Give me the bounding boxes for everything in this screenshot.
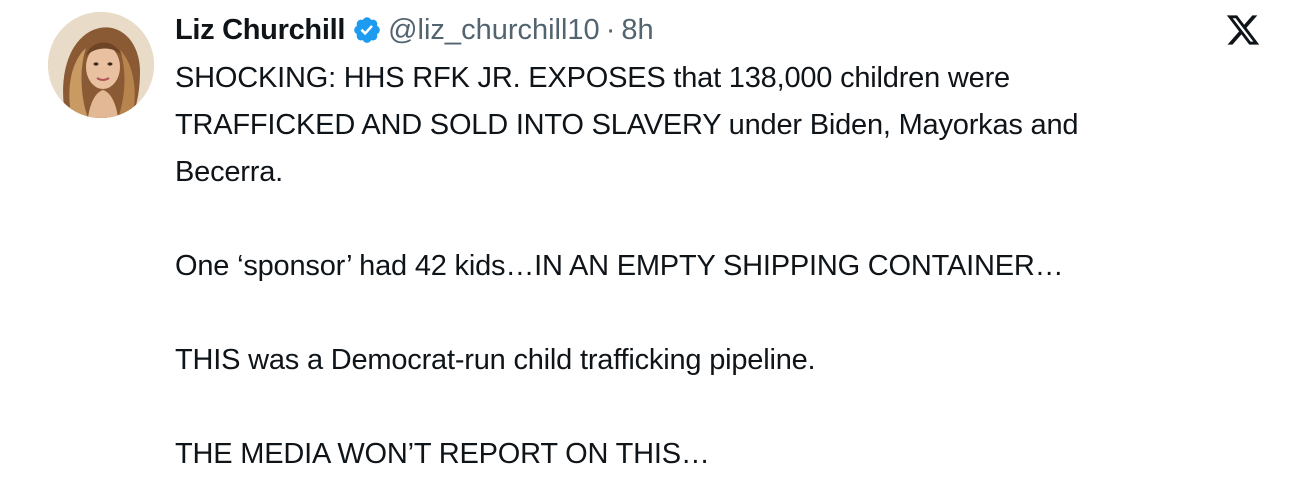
tweet-header: Liz Churchill @liz_churchill10 · 8h [175,10,654,50]
verified-badge-icon [352,15,382,45]
avatar[interactable] [48,12,154,118]
avatar-photo [48,12,154,118]
post-time[interactable]: 8h [621,14,653,47]
tweet-line: THE MEDIA WON’T REPORT ON THIS… [175,438,710,470]
separator-dot: · [605,13,616,46]
tweet-line: One ‘sponsor’ had 42 kids…IN AN EMPTY SH… [175,250,1064,282]
tweet-line: Becerra. [175,156,283,188]
display-name[interactable]: Liz Churchill [175,14,345,47]
tweet-line: TRAFFICKED AND SOLD INTO SLAVERY under B… [175,109,1079,141]
tweet-line: SHOCKING: HHS RFK JR. EXPOSES that 138,0… [175,62,1010,94]
x-logo-icon[interactable] [1225,12,1261,48]
author-handle[interactable]: @liz_churchill10 [388,14,600,47]
tweet-text: SHOCKING: HHS RFK JR. EXPOSES that 138,0… [175,55,1255,478]
tweet-line: THIS was a Democrat-run child traffickin… [175,344,816,376]
